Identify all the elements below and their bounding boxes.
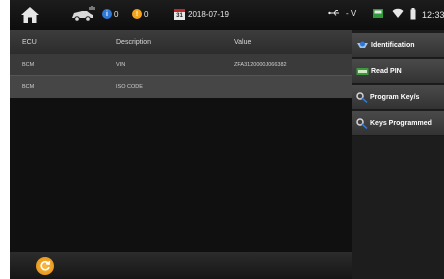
identification-label: Identification — [371, 41, 415, 49]
vehicle-icon[interactable] — [70, 5, 96, 23]
calendar-icon: 31 — [174, 9, 185, 20]
warning-count: 0 — [144, 9, 149, 19]
usb-icon — [328, 9, 340, 17]
back-arrow-icon — [40, 260, 51, 271]
function-panel: Identification Read PIN Program Key/s Ke… — [352, 30, 444, 279]
status-bar: i 0 ! 0 31 2018-07-19 - V 12:33 — [10, 0, 444, 30]
table-header: ECU Description Value — [10, 30, 352, 54]
pin-icon — [356, 67, 369, 76]
clock-time: 12:33 — [422, 10, 444, 20]
info-icon: i — [102, 9, 112, 19]
program-keys-button[interactable]: Program Key/s — [352, 85, 444, 110]
cell-value: ZFA3120000J066382 — [234, 61, 287, 68]
table-row[interactable]: BCM ISO CODE — [10, 76, 352, 98]
cell-ecu: BCM — [22, 61, 35, 68]
back-button[interactable] — [36, 257, 54, 275]
ecu-data-table: ECU Description Value BCM VIN ZFA3120000… — [10, 30, 352, 252]
voltage-readout: - V — [346, 9, 357, 18]
header-ecu: ECU — [22, 38, 37, 46]
warning-badge[interactable]: ! 0 — [132, 9, 148, 19]
keys-programmed-button[interactable]: Keys Programmed — [352, 111, 444, 136]
info-icon — [356, 40, 369, 51]
cell-description: ISO CODE — [116, 84, 143, 90]
keys-programmed-label: Keys Programmed — [370, 119, 432, 127]
table-row[interactable]: BCM VIN ZFA3120000J066382 — [10, 54, 352, 76]
home-icon[interactable] — [20, 6, 40, 24]
cell-ecu: BCM — [22, 84, 35, 90]
program-keys-label: Program Key/s — [370, 93, 420, 101]
cell-description: VIN — [116, 61, 126, 68]
app-screen: i 0 ! 0 31 2018-07-19 - V 12:33 ECU Desc… — [10, 0, 444, 279]
key-icon — [356, 91, 368, 103]
sd-card-icon — [372, 8, 384, 19]
bottom-toolbar — [10, 252, 352, 279]
read-pin-label: Read PIN — [371, 67, 402, 75]
info-badge[interactable]: i 0 — [102, 9, 118, 19]
info-count: 0 — [114, 9, 119, 19]
warning-icon: ! — [132, 9, 142, 19]
header-description: Description — [116, 38, 152, 46]
header-value: Value — [234, 38, 252, 46]
date-text: 2018-07-19 — [188, 10, 229, 19]
read-pin-button[interactable]: Read PIN — [352, 59, 444, 84]
battery-icon — [410, 8, 416, 20]
wifi-icon — [392, 8, 404, 19]
key-icon — [356, 117, 368, 129]
date-display: 31 2018-07-19 — [174, 9, 229, 20]
identification-button[interactable]: Identification — [352, 33, 444, 58]
